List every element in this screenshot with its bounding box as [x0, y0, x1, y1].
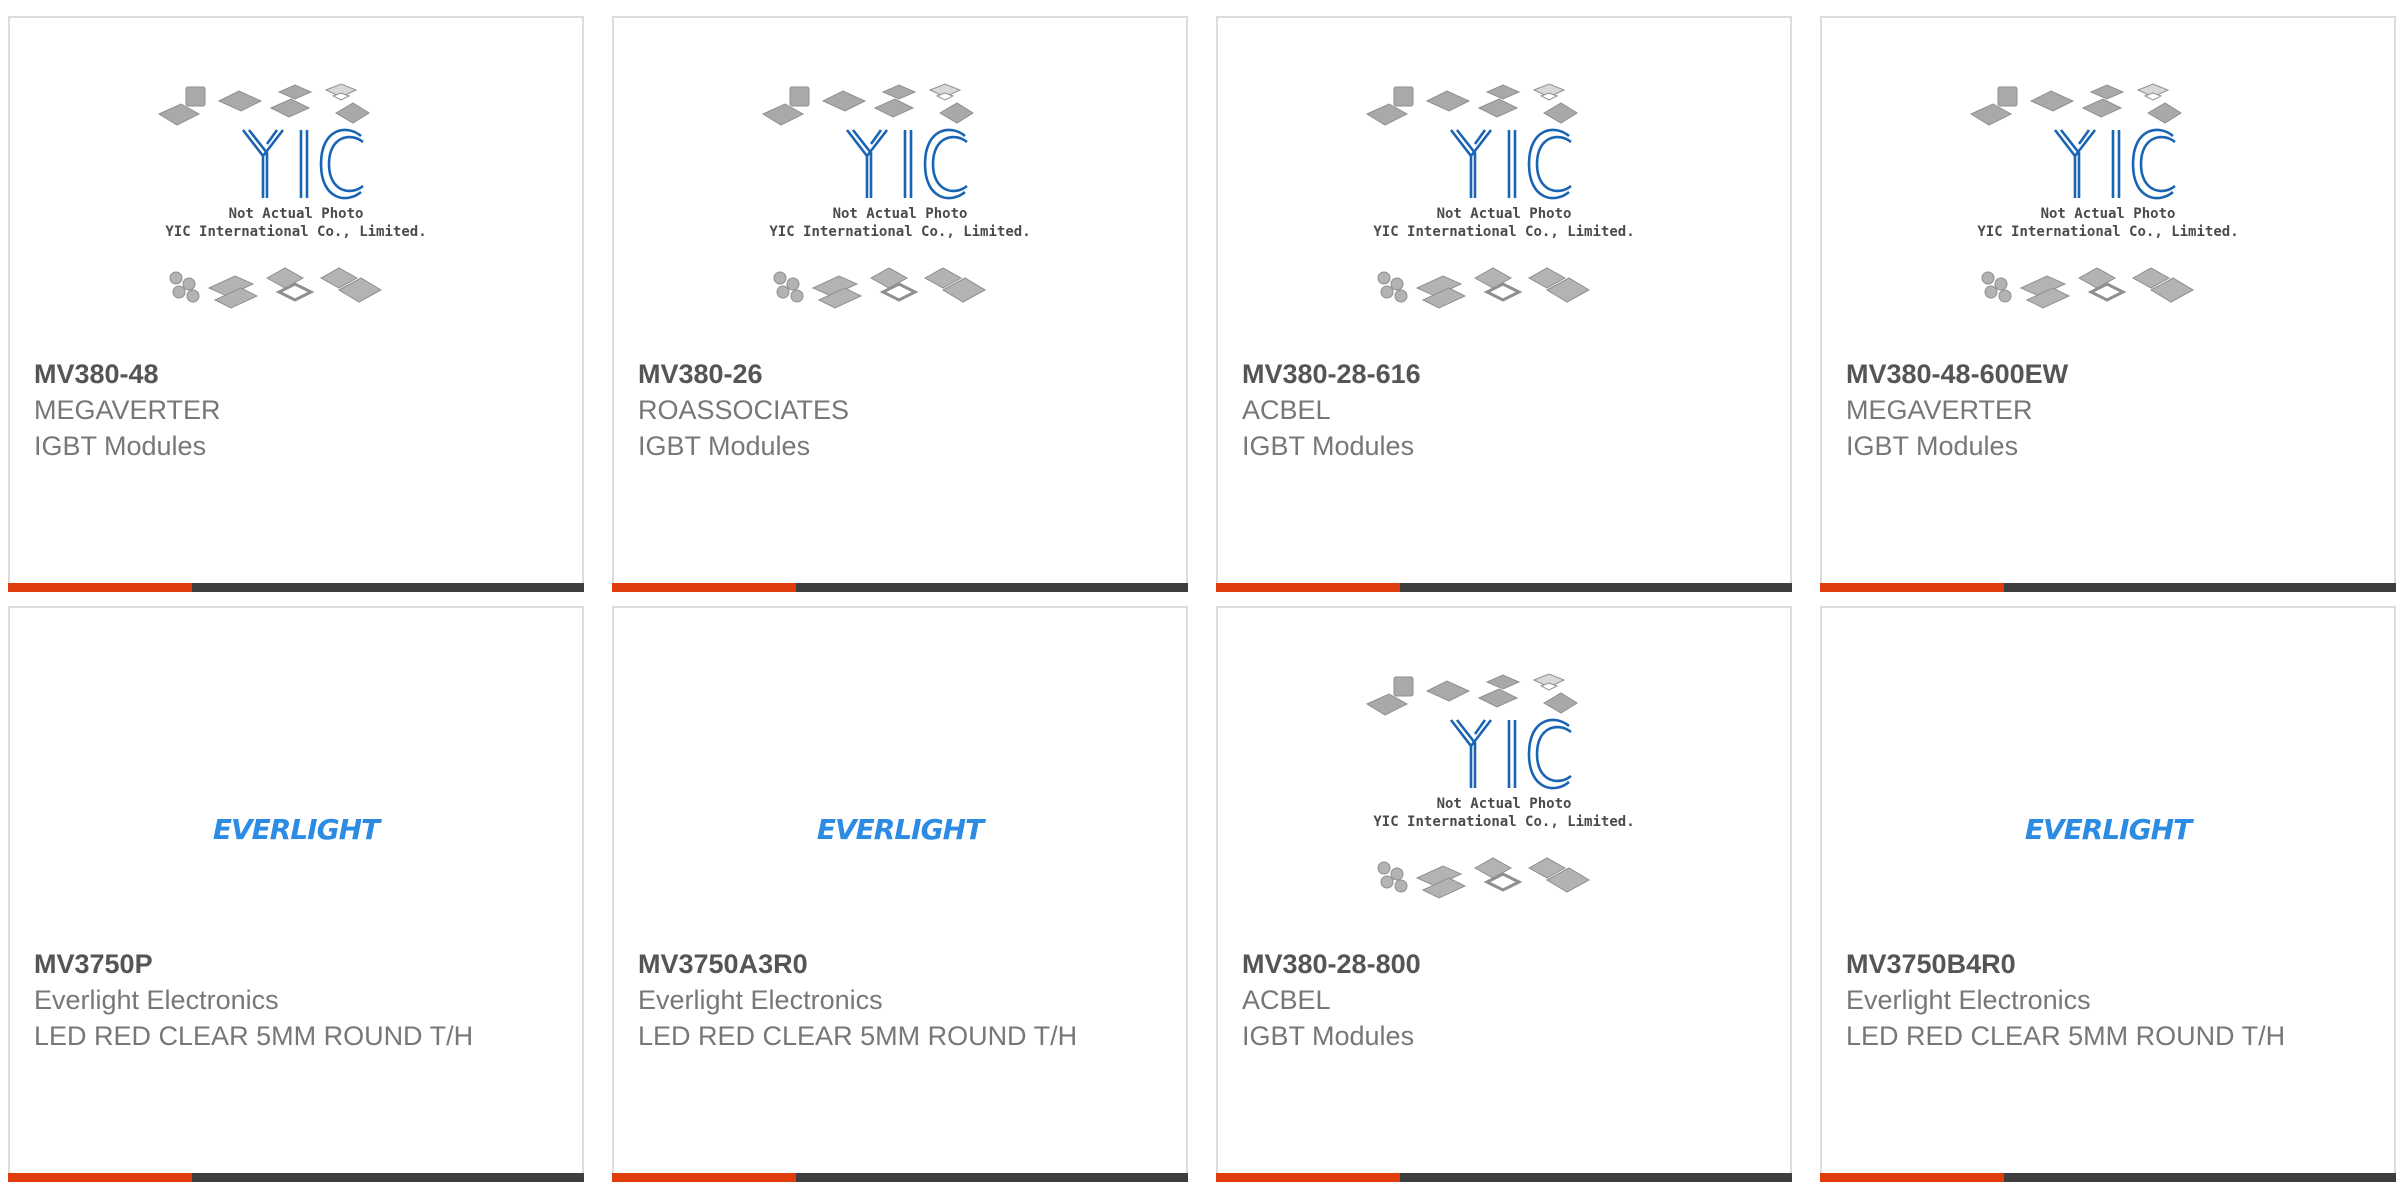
placeholder-line-1: Not Actual Photo — [833, 206, 968, 222]
product-description: IGBT Modules — [1242, 431, 1415, 461]
product-part-number[interactable]: MV380-48-600EW — [1846, 356, 2370, 392]
product-manufacturer: ACBEL — [1242, 985, 1331, 1015]
product-part-number[interactable]: MV380-28-616 — [1242, 356, 1766, 392]
product-card[interactable]: EVERLIGHT MV3750B4R0 Everlight Electronic… — [1820, 606, 2396, 1182]
product-thumbnail[interactable]: Not Actual Photo YIC International Co., … — [10, 78, 582, 368]
product-description: IGBT Modules — [34, 431, 207, 461]
placeholder-line-1: Not Actual Photo — [1437, 206, 1572, 222]
placeholder-line-1: Not Actual Photo — [1437, 796, 1572, 812]
product-thumbnail[interactable]: EVERLIGHT — [1822, 668, 2394, 958]
card-bottom-bar — [612, 1173, 1188, 1182]
product-placeholder-image: Not Actual Photo YIC International Co., … — [761, 83, 1031, 309]
everlight-logo: EVERLIGHT — [817, 813, 987, 846]
product-thumbnail[interactable]: EVERLIGHT — [614, 668, 1186, 958]
placeholder-line-2: YIC International Co., Limited. — [769, 224, 1030, 240]
product-description: IGBT Modules — [1242, 1021, 1415, 1051]
product-info: MV380-48-600EW MEGAVERTER IGBT Modules — [1846, 356, 2370, 464]
product-description: LED RED CLEAR 5MM ROUND T/H — [34, 1021, 474, 1051]
product-placeholder-image: Not Actual Photo YIC International Co., … — [1365, 673, 1635, 899]
card-accent-bar — [8, 1173, 192, 1182]
card-bottom-bar — [1216, 583, 1792, 592]
product-description: LED RED CLEAR 5MM ROUND T/H — [1846, 1021, 2286, 1051]
product-card[interactable]: EVERLIGHT MV3750P Everlight Electronics LE… — [8, 606, 584, 1182]
product-thumbnail[interactable]: Not Actual Photo YIC International Co., … — [1218, 78, 1790, 368]
card-bottom-bar — [612, 583, 1188, 592]
product-info: MV3750B4R0 Everlight Electronics LED RED C… — [1846, 946, 2370, 1054]
card-accent-bar — [1216, 583, 1400, 592]
product-description: IGBT Modules — [638, 431, 811, 461]
product-manufacturer: Everlight Electronics — [638, 985, 883, 1015]
product-manufacturer: Everlight Electronics — [1846, 985, 2091, 1015]
product-card[interactable]: Not Actual Photo YIC International Co., … — [612, 16, 1188, 592]
product-info: MV380-28-800 ACBEL IGBT Modules — [1242, 946, 1766, 1054]
product-part-number[interactable]: MV3750B4R0 — [1846, 946, 2370, 982]
card-bottom-bar — [8, 583, 584, 592]
product-part-number[interactable]: MV380-28-800 — [1242, 946, 1766, 982]
card-bottom-bar — [1820, 1173, 2396, 1182]
product-info: MV380-26 ROASSOCIATES IGBT Modules — [638, 356, 1162, 464]
product-part-number[interactable]: MV3750P — [34, 946, 558, 982]
product-info: MV380-28-616 ACBEL IGBT Modules — [1242, 356, 1766, 464]
product-info: MV3750A3R0 Everlight Electronics LED RED C… — [638, 946, 1162, 1054]
card-bottom-bar — [1216, 1173, 1792, 1182]
placeholder-line-1: Not Actual Photo — [2041, 206, 2176, 222]
product-info: MV3750P Everlight Electronics LED RED CLEA… — [34, 946, 558, 1054]
everlight-logo-text: EVERLIGHT — [817, 813, 986, 846]
card-accent-bar — [1820, 1173, 2004, 1182]
product-card[interactable]: Not Actual Photo YIC International Co., … — [1216, 606, 1792, 1182]
product-placeholder-image: Not Actual Photo YIC International Co., … — [1365, 83, 1635, 309]
everlight-logo-text: EVERLIGHT — [213, 813, 382, 846]
everlight-logo: EVERLIGHT — [213, 813, 383, 846]
product-card[interactable]: Not Actual Photo YIC International Co., … — [8, 16, 584, 592]
product-info: MV380-48 MEGAVERTER IGBT Modules — [34, 356, 558, 464]
card-accent-bar — [612, 583, 796, 592]
card-bottom-bar — [8, 1173, 584, 1182]
placeholder-line-2: YIC International Co., Limited. — [165, 224, 426, 240]
product-thumbnail[interactable]: EVERLIGHT — [10, 668, 582, 958]
card-accent-bar — [1820, 583, 2004, 592]
product-manufacturer: ACBEL — [1242, 395, 1331, 425]
card-accent-bar — [1216, 1173, 1400, 1182]
product-card[interactable]: Not Actual Photo YIC International Co., … — [1216, 16, 1792, 592]
placeholder-line-2: YIC International Co., Limited. — [1373, 814, 1634, 830]
everlight-logo-text: EVERLIGHT — [2025, 813, 2194, 846]
everlight-logo: EVERLIGHT — [2025, 813, 2195, 846]
placeholder-line-2: YIC International Co., Limited. — [1977, 224, 2238, 240]
product-manufacturer: MEGAVERTER — [34, 395, 221, 425]
product-part-number[interactable]: MV380-26 — [638, 356, 1162, 392]
product-description: LED RED CLEAR 5MM ROUND T/H — [638, 1021, 1078, 1051]
product-manufacturer: Everlight Electronics — [34, 985, 279, 1015]
product-part-number[interactable]: MV3750A3R0 — [638, 946, 1162, 982]
product-thumbnail[interactable]: Not Actual Photo YIC International Co., … — [614, 78, 1186, 368]
product-placeholder-image: Not Actual Photo YIC International Co., … — [1969, 83, 2239, 309]
product-card[interactable]: Not Actual Photo YIC International Co., … — [1820, 16, 2396, 592]
product-part-number[interactable]: MV380-48 — [34, 356, 558, 392]
product-grid: Not Actual Photo YIC International Co., … — [0, 0, 2400, 1182]
product-placeholder-image: Not Actual Photo YIC International Co., … — [157, 83, 427, 309]
product-description: IGBT Modules — [1846, 431, 2019, 461]
card-accent-bar — [612, 1173, 796, 1182]
placeholder-line-1: Not Actual Photo — [229, 206, 364, 222]
product-thumbnail[interactable]: Not Actual Photo YIC International Co., … — [1218, 668, 1790, 958]
product-card[interactable]: EVERLIGHT MV3750A3R0 Everlight Electronic… — [612, 606, 1188, 1182]
placeholder-line-2: YIC International Co., Limited. — [1373, 224, 1634, 240]
product-manufacturer: MEGAVERTER — [1846, 395, 2033, 425]
product-manufacturer: ROASSOCIATES — [638, 395, 850, 425]
product-thumbnail[interactable]: Not Actual Photo YIC International Co., … — [1822, 78, 2394, 368]
card-bottom-bar — [1820, 583, 2396, 592]
card-accent-bar — [8, 583, 192, 592]
